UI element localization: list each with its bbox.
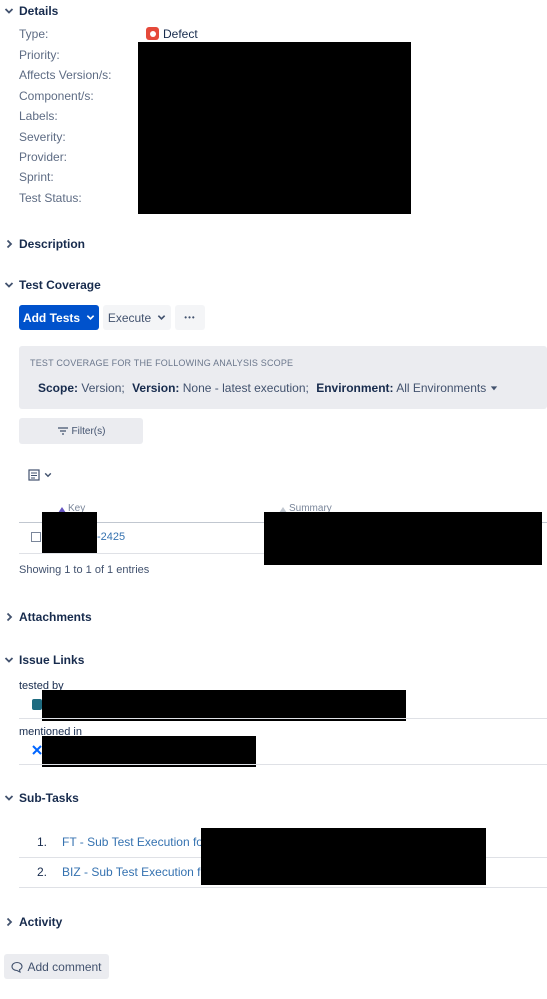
subtask-divider-2 <box>19 887 547 888</box>
description-toggle-chevron-right-icon[interactable] <box>3 238 15 250</box>
issue-link-divider-1 <box>19 718 547 719</box>
chevron-down-icon <box>86 315 95 320</box>
scope-label: Scope: <box>38 381 79 395</box>
activity-toggle-chevron-right-icon[interactable] <box>3 916 15 928</box>
more-actions-button[interactable]: ••• <box>175 305 205 330</box>
scope-line[interactable]: Scope: Version; Version: None - latest e… <box>38 381 498 395</box>
columns-icon <box>28 469 40 481</box>
caret-down-icon <box>490 386 497 391</box>
component-label: Component/s: <box>19 89 94 103</box>
add-tests-label: Add Tests <box>22 310 81 325</box>
version-value: None - latest execution; <box>182 381 309 395</box>
chevron-down-icon <box>44 472 52 478</box>
activity-title[interactable]: Activity <box>19 915 62 929</box>
description-title[interactable]: Description <box>19 237 85 251</box>
comment-icon <box>11 961 24 973</box>
add-comment-label: Add comment <box>27 959 102 974</box>
sprint-label: Sprint: <box>19 170 54 184</box>
test-coverage-toggle-chevron-down-icon[interactable] <box>3 279 15 291</box>
subtask-link[interactable]: FT - Sub Test Execution for F <box>62 835 218 849</box>
test-status-label: Test Status: <box>19 191 82 205</box>
execute-button[interactable]: Execute <box>103 305 171 330</box>
affects-version-label: Affects Version/s: <box>19 68 112 82</box>
row-key-prefix-redaction <box>42 512 97 554</box>
environment-label: Environment: <box>316 381 394 395</box>
labels-label: Labels: <box>19 109 58 123</box>
test-coverage-title[interactable]: Test Coverage <box>19 278 101 292</box>
type-label: Type: <box>19 27 49 41</box>
type-value: Defect <box>163 27 198 41</box>
chevron-down-icon <box>157 315 166 320</box>
provider-label: Provider: <box>19 150 68 164</box>
issue-links-toggle-chevron-down-icon[interactable] <box>3 654 15 666</box>
add-comment-button[interactable]: Add comment <box>4 954 109 979</box>
issue-links-title[interactable]: Issue Links <box>19 653 84 667</box>
row-checkbox[interactable] <box>31 532 41 542</box>
filters-button[interactable]: Filter(s) <box>19 418 143 444</box>
details-title[interactable]: Details <box>19 4 58 18</box>
issue-link-divider-2 <box>19 764 547 765</box>
details-values-redaction <box>138 42 411 214</box>
subtasks-toggle-chevron-down-icon[interactable] <box>3 792 15 804</box>
subtask-number: 2. <box>37 865 48 879</box>
severity-label: Severity: <box>19 130 66 144</box>
add-tests-button[interactable]: Add Tests <box>19 305 99 330</box>
subtasks-title[interactable]: Sub-Tasks <box>19 791 79 805</box>
scope-value: Version; <box>81 381 125 395</box>
more-icon: ••• <box>184 313 196 322</box>
tested-by-link-redaction <box>42 690 406 721</box>
attachments-toggle-chevron-right-icon[interactable] <box>3 611 15 623</box>
showing-entries-text: Showing 1 to 1 of 1 entries <box>19 564 150 576</box>
row-summary-redaction <box>264 512 542 565</box>
filters-label: Filter(s) <box>71 425 106 437</box>
subtask-number: 1. <box>37 835 48 849</box>
details-toggle-chevron-down-icon[interactable] <box>3 5 15 17</box>
subtask-link[interactable]: BIZ - Sub Test Execution for <box>62 865 211 879</box>
priority-label: Priority: <box>19 48 60 62</box>
table-row-divider <box>19 553 264 554</box>
analysis-scope-panel: TEST COVERAGE FOR THE FOLLOWING ANALYSIS… <box>19 346 547 409</box>
scope-heading: TEST COVERAGE FOR THE FOLLOWING ANALYSIS… <box>30 358 294 368</box>
environment-value: All Environments <box>396 381 487 395</box>
filter-icon <box>57 427 68 435</box>
subtasks-redaction <box>201 828 486 885</box>
test-issue-icon <box>32 699 42 710</box>
attachments-title[interactable]: Attachments <box>19 610 92 624</box>
execute-label: Execute <box>107 310 152 325</box>
mentioned-in-link-redaction <box>42 736 256 767</box>
row-key-link[interactable]: -2425 <box>97 531 125 543</box>
column-settings-icon[interactable] <box>28 467 54 483</box>
defect-icon <box>146 27 159 40</box>
version-label: Version: <box>132 381 180 395</box>
